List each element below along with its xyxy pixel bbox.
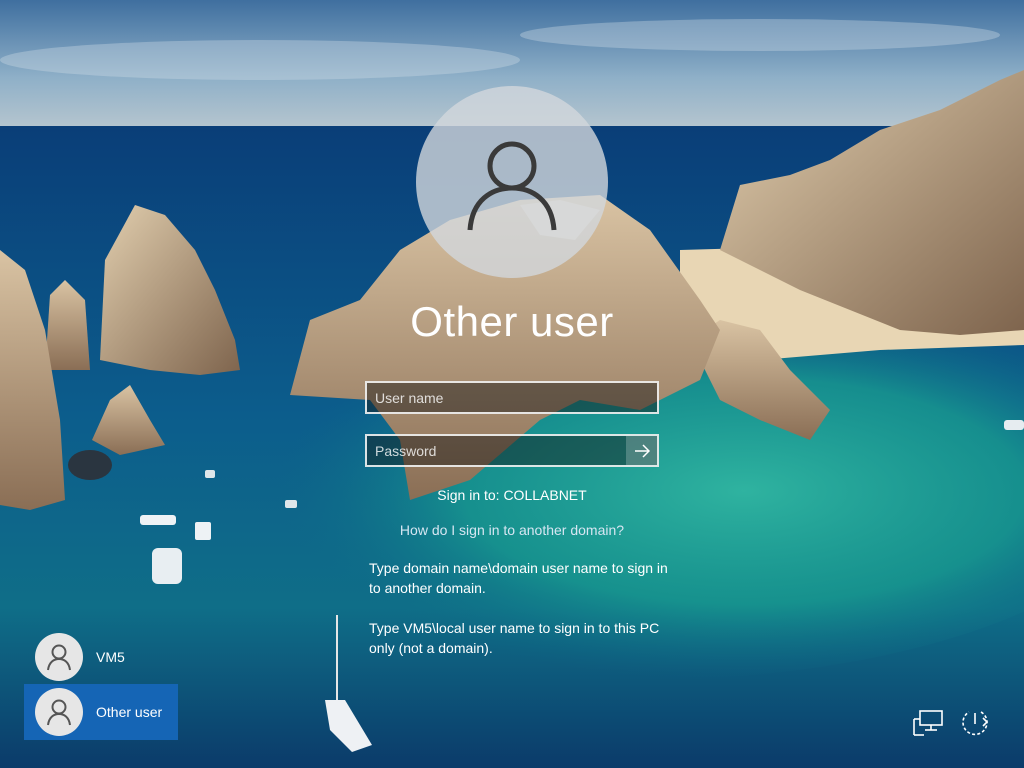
network-button[interactable] [911,706,945,740]
sign-in-domain-label: Sign in to: COLLABNET [437,487,587,503]
network-icon [913,710,943,736]
person-icon [467,141,557,231]
user-name-label: Other user [96,704,163,720]
local-hint-text: Type VM5\local user name to sign in to t… [369,620,660,656]
person-icon [47,644,71,671]
user-name-label: VM5 [96,649,125,665]
domain-hint-text: Type domain name\domain user name to sig… [369,560,668,596]
power-icon [962,711,989,736]
page-title: Other user [410,298,614,345]
username-input[interactable] [365,381,659,414]
help-domain-link[interactable]: How do I sign in to another domain? [0,522,1024,538]
user-tile-other-user[interactable]: Other user [24,684,178,740]
submit-button[interactable] [626,436,657,465]
avatar [35,688,83,736]
user-tile-vm5[interactable]: VM5 [24,629,178,685]
power-button[interactable] [958,706,992,740]
person-icon [47,699,71,726]
user-avatar-large [416,86,608,278]
password-input[interactable] [365,434,659,467]
arrow-right-icon [634,443,650,458]
avatar [35,633,83,681]
